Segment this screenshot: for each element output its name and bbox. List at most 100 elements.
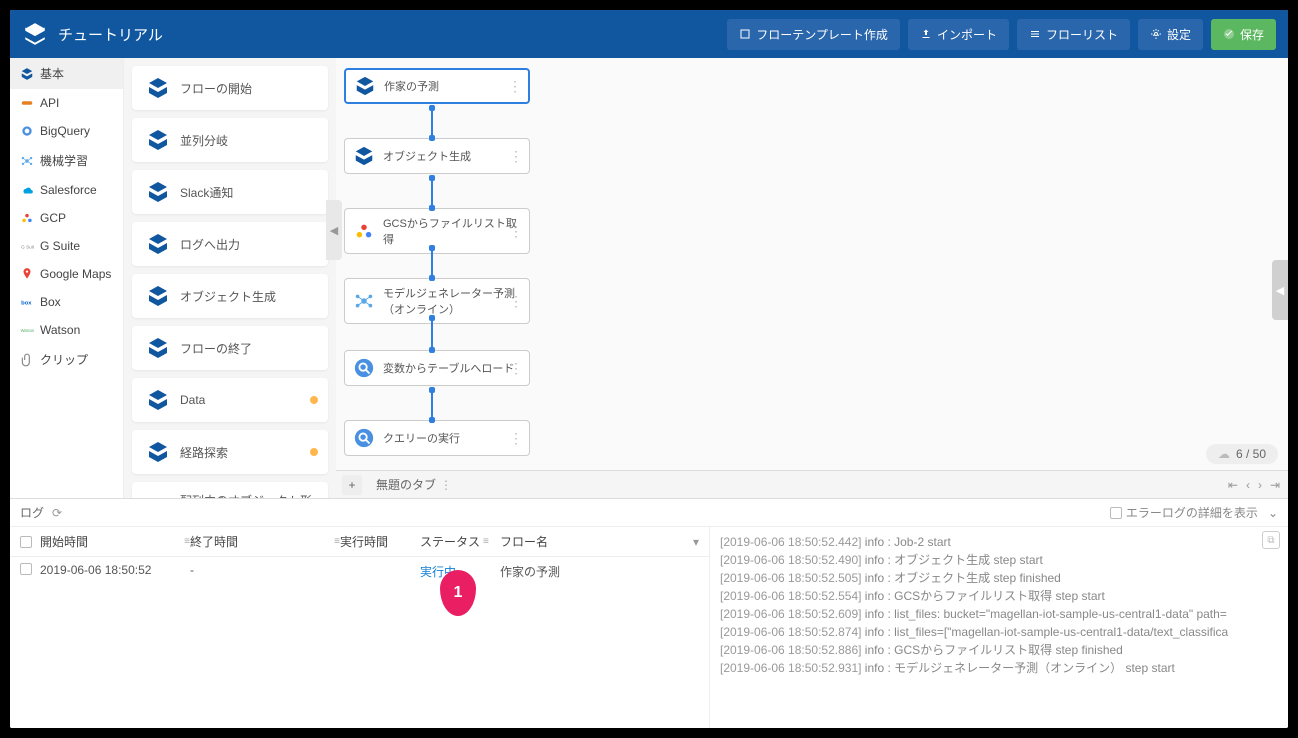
sidebar-item-label: BigQuery [40, 124, 90, 138]
log-detail: ⧉ [2019-06-06 18:50:52.442] info : Job-2… [710, 527, 1288, 728]
select-all-checkbox[interactable] [20, 536, 32, 548]
app-title: チュートリアル [58, 24, 163, 45]
settings-button[interactable]: 設定 [1138, 19, 1203, 50]
tab-first-icon[interactable]: ⇤ [1226, 478, 1240, 492]
log-line: [2019-06-06 18:50:52.886] info : GCSからファ… [720, 641, 1278, 659]
node-label: 作家の予測 [384, 78, 439, 94]
cube-icon [353, 145, 375, 167]
app-header: チュートリアル フローテンプレート作成 インポート フローリスト 設定 保存 [10, 10, 1288, 58]
expand-right-handle[interactable]: ◀ [1272, 260, 1288, 320]
import-button[interactable]: インポート [908, 19, 1009, 50]
log-line: [2019-06-06 18:50:52.442] info : Job-2 s… [720, 533, 1278, 551]
col-start[interactable]: 開始時間≡ [40, 533, 190, 550]
node-menu-icon[interactable]: ⋮ [509, 148, 523, 165]
cube-icon [146, 76, 170, 100]
node-label: GCSからファイルリスト取得 [383, 215, 519, 247]
flow-node[interactable]: オブジェクト生成 ⋮ [344, 138, 530, 174]
cube-icon [146, 180, 170, 204]
palette-block[interactable]: ログへ出力 [132, 222, 328, 266]
log-row[interactable]: 2019-06-06 18:50:52 - 実行中 作家の予測 [10, 557, 709, 586]
tab-prev-icon[interactable]: ‹ [1244, 478, 1252, 492]
row-checkbox[interactable] [20, 563, 32, 575]
log-title: ログ [20, 504, 44, 521]
palette-block[interactable]: 経路探索 [132, 430, 328, 474]
bq-icon [353, 357, 375, 379]
col-end[interactable]: 終了時間≡ [190, 533, 340, 550]
node-menu-icon[interactable]: ⋮ [509, 223, 523, 240]
cell-flow: 作家の予測 [500, 563, 699, 580]
cube-icon [146, 128, 170, 152]
tab-next-icon[interactable]: › [1256, 478, 1264, 492]
error-log-toggle[interactable]: エラーログの詳細を表示 [1110, 504, 1258, 521]
col-status[interactable]: ステータス≡ [420, 533, 500, 550]
sidebar-item-cube[interactable]: 基本 [10, 58, 123, 89]
sidebar-item-maps[interactable]: Google Maps [10, 260, 123, 288]
col-flow[interactable]: フロー名▾ [500, 533, 699, 550]
sidebar-item-api[interactable]: API [10, 89, 123, 117]
sidebar-item-sf[interactable]: Salesforce [10, 176, 123, 204]
sidebar-item-ml[interactable]: 機械学習 [10, 145, 123, 176]
palette-block[interactable]: フローの終了 [132, 326, 328, 370]
chevron-left-icon: ◀ [1276, 284, 1284, 297]
tab-last-icon[interactable]: ⇥ [1268, 478, 1282, 492]
flow-node[interactable]: モデルジェネレーター予測（オンライン）⋮ [344, 278, 530, 324]
flow-canvas[interactable]: ☁ 6 / 50 + 無題のタブ ⋮ ⇤ ‹ › ⇥ 作家の予測⋮オブジェクト生… [336, 58, 1288, 498]
sidebar-item-gsuite[interactable]: G SuiteG Suite [10, 232, 123, 260]
sidebar-item-label: Watson [40, 323, 80, 337]
api-icon [20, 96, 34, 110]
log-line: [2019-06-06 18:50:52.874] info : list_fi… [720, 623, 1278, 641]
gear-icon [1150, 28, 1162, 40]
node-connector [431, 178, 433, 208]
node-counter: ☁ 6 / 50 [1206, 444, 1278, 464]
flow-node[interactable]: 変数からテーブルへロード⋮ [344, 350, 530, 386]
sidebar-item-label: Google Maps [40, 267, 111, 281]
refresh-icon[interactable]: ⟳ [52, 506, 62, 520]
template-icon [739, 28, 751, 40]
palette-block[interactable]: 並列分岐 [132, 118, 328, 162]
canvas-tabbar: + 無題のタブ ⋮ ⇤ ‹ › ⇥ [336, 470, 1288, 498]
log-table-header: 開始時間≡ 終了時間≡ 実行時間 ステータス≡ フロー名▾ [10, 527, 709, 557]
app-logo-icon [22, 21, 48, 47]
palette-block[interactable]: オブジェクト生成 [132, 274, 328, 318]
cloud-icon: ☁ [1218, 447, 1230, 461]
sidebar-item-watson[interactable]: Watson Watson [10, 316, 123, 344]
flow-list-button[interactable]: フローリスト [1017, 19, 1130, 50]
palette-block[interactable]: Data [132, 378, 328, 422]
tab-menu-icon[interactable]: ⋮ [440, 478, 452, 492]
maps-icon [20, 267, 34, 281]
add-tab-button[interactable]: + [342, 475, 362, 495]
palette-block[interactable]: Slack通知 [132, 170, 328, 214]
bq-icon [353, 427, 375, 449]
create-template-button[interactable]: フローテンプレート作成 [727, 19, 900, 50]
copy-button[interactable]: ⧉ [1262, 531, 1280, 549]
sidebar-item-label: 基本 [40, 65, 64, 82]
filter-icon[interactable]: ▾ [693, 535, 699, 549]
canvas-tab[interactable]: 無題のタブ ⋮ [368, 472, 460, 497]
palette-label: Data [180, 393, 205, 407]
svg-text:Watson: Watson [21, 328, 34, 333]
palette-block[interactable]: 配列内のオブジェクト形式 [132, 482, 328, 498]
node-menu-icon[interactable]: ⋮ [509, 293, 523, 310]
chevron-down-icon[interactable]: ⌄ [1268, 506, 1278, 520]
cell-end: - [190, 563, 340, 580]
sidebar-item-bq[interactable]: BigQuery [10, 117, 123, 145]
save-button[interactable]: 保存 [1211, 19, 1276, 50]
flow-node[interactable]: 作家の予測 ⋮ [344, 68, 530, 104]
collapse-palette-handle[interactable]: ◀ [326, 200, 342, 260]
sidebar-item-clip[interactable]: クリップ [10, 344, 123, 375]
node-menu-icon[interactable]: ⋮ [509, 360, 523, 377]
node-menu-icon[interactable]: ⋮ [508, 78, 522, 95]
sidebar-item-gcp[interactable]: GCP [10, 204, 123, 232]
ml-icon [353, 290, 375, 312]
node-label: オブジェクト生成 [383, 148, 471, 164]
node-menu-icon[interactable]: ⋮ [509, 430, 523, 447]
palette-label: 配列内のオブジェクト形式 [180, 492, 314, 498]
upload-icon [920, 28, 932, 40]
flow-node[interactable]: GCSからファイルリスト取得⋮ [344, 208, 530, 254]
sidebar-item-box[interactable]: boxBox [10, 288, 123, 316]
node-label: 変数からテーブルへロード [383, 360, 514, 376]
palette-block[interactable]: フローの開始 [132, 66, 328, 110]
col-duration[interactable]: 実行時間 [340, 533, 420, 550]
flow-node[interactable]: クエリーの実行⋮ [344, 420, 530, 456]
block-palette: フローの開始並列分岐 Slack通知ログへ出力オブジェクト生成フローの終了 Data… [124, 58, 336, 498]
